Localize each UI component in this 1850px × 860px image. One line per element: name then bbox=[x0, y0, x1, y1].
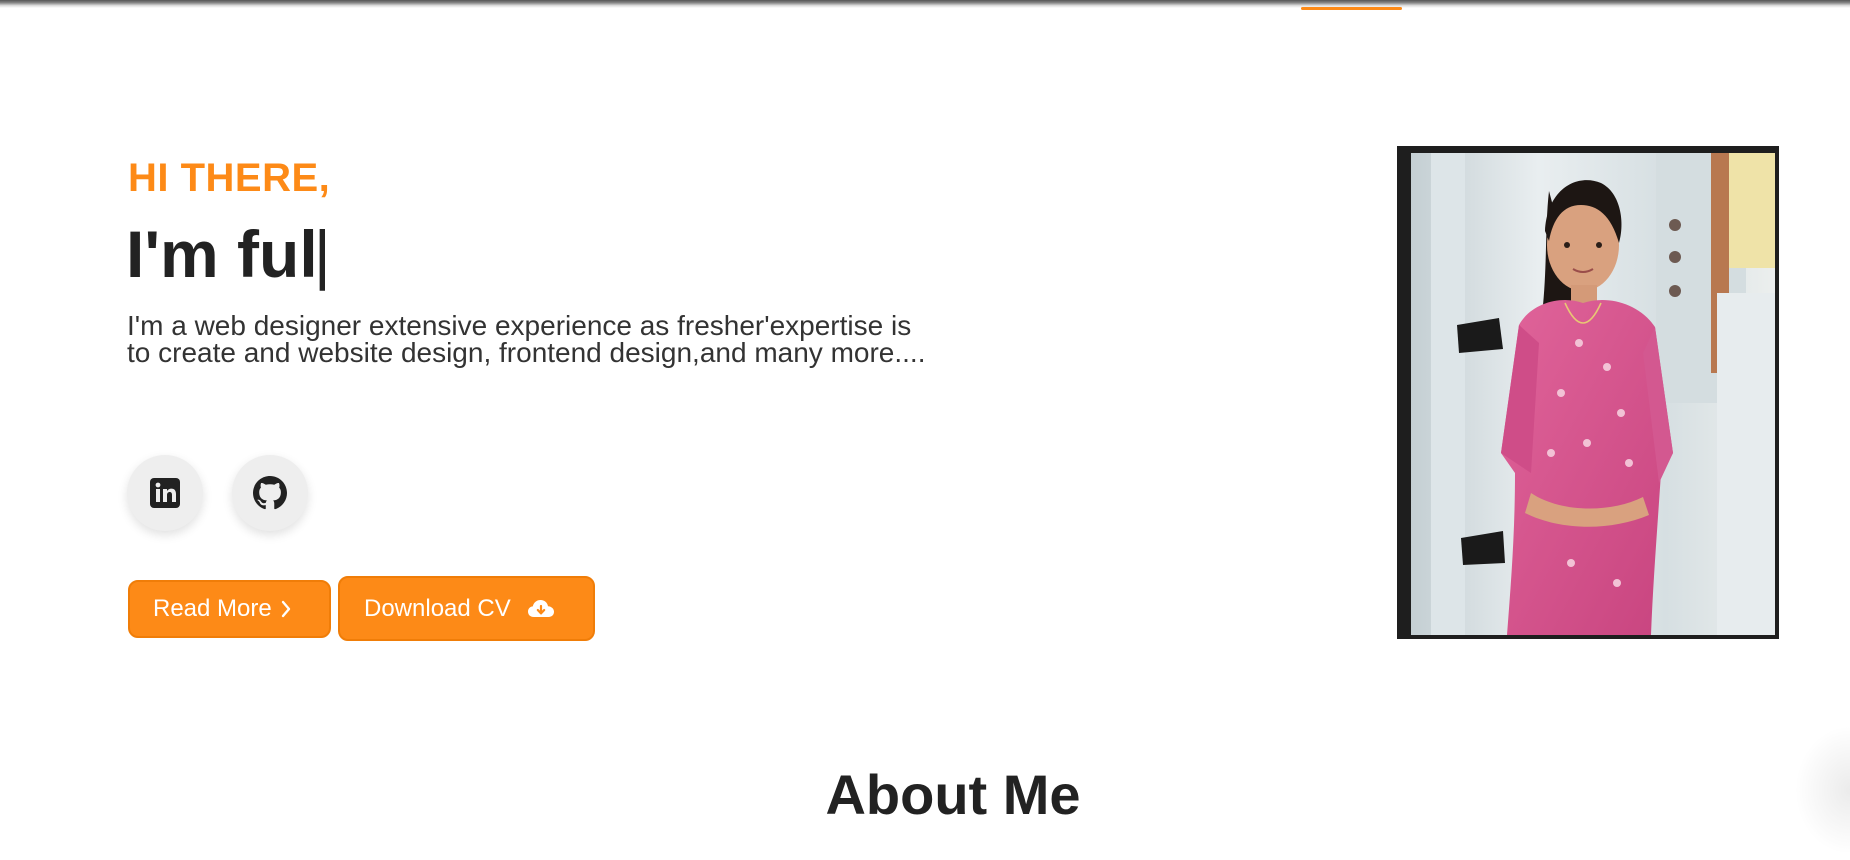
read-more-label: Read More bbox=[153, 595, 272, 622]
read-more-button[interactable]: Read More bbox=[128, 580, 331, 638]
typing-cursor: | bbox=[313, 217, 331, 291]
download-cv-label: Download CV bbox=[364, 594, 511, 622]
linkedin-link[interactable] bbox=[127, 455, 203, 531]
download-cv-button[interactable]: Download CV bbox=[338, 576, 595, 641]
hero-typed-headline: I'm ful| bbox=[126, 216, 331, 292]
nav-active-indicator bbox=[1301, 7, 1402, 10]
linkedin-icon bbox=[148, 476, 182, 510]
hero-intro-text: I'm a web designer extensive experience … bbox=[127, 310, 926, 368]
profile-photo-frame bbox=[1397, 146, 1779, 639]
profile-photo bbox=[1411, 153, 1775, 635]
typed-text: I'm ful bbox=[126, 217, 318, 291]
github-link[interactable] bbox=[232, 455, 308, 531]
scroll-indicator bbox=[1790, 720, 1850, 860]
about-section-title: About Me bbox=[825, 763, 1081, 826]
cloud-download-icon bbox=[527, 598, 555, 620]
navbar-shadow bbox=[0, 0, 1850, 8]
hero-greeting: HI THERE, bbox=[128, 156, 331, 200]
chevron-right-icon bbox=[280, 599, 292, 619]
github-icon bbox=[253, 476, 287, 510]
